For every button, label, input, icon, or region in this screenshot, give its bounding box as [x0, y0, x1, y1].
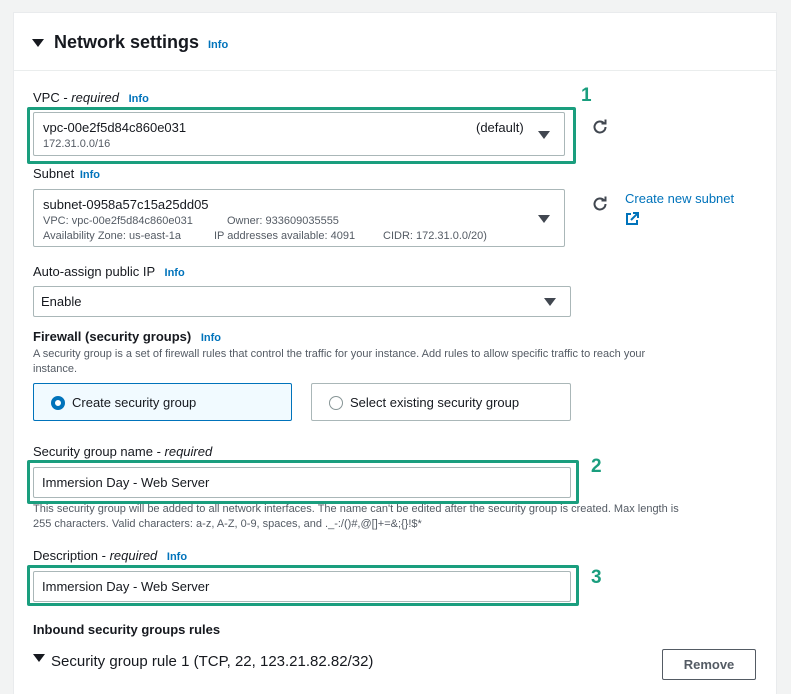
highlight-box-1 [27, 107, 576, 164]
remove-rule-button[interactable]: Remove [662, 649, 756, 680]
inbound-rules-label: Inbound security groups rules [33, 622, 221, 637]
annotation-number-3: 3 [591, 567, 602, 588]
description-info-link[interactable]: Info [167, 551, 187, 563]
subnet-vpc: VPC: vpc-00e2f5d84c860e031 [43, 215, 193, 227]
public-ip-label: Auto-assign public IP Info [33, 264, 185, 279]
subnet-value: subnet-0958a57c15a25dd05 [43, 197, 209, 212]
page-title: Network settings [54, 32, 200, 52]
firewall-description: A security group is a set of firewall ru… [33, 348, 646, 375]
firewall-label: Firewall (security groups) Info [33, 329, 221, 344]
subnet-select[interactable]: subnet-0958a57c15a25dd05 VPC: vpc-00e2f5… [33, 189, 565, 247]
sg-name-label: Security group name - required [33, 444, 213, 459]
subnet-cidr: CIDR: 172.31.0.0/20) [383, 230, 487, 242]
subnet-info-link[interactable]: Info [80, 169, 100, 181]
subnet-az: Availability Zone: us-east-1a [43, 230, 181, 242]
refresh-icon[interactable] [591, 118, 609, 136]
public-ip-value: Enable [41, 294, 82, 309]
radio-selected[interactable] [51, 396, 65, 410]
subnet-ips: IP addresses available: 4091 [214, 230, 356, 242]
panel-header: Network settings Info [14, 13, 776, 71]
sg-name-hint: This security group will be added to all… [33, 503, 679, 530]
vpc-label: VPC - required Info [33, 90, 149, 105]
description-label: Description - required Info [33, 548, 188, 563]
chevron-down-icon [544, 298, 556, 306]
security-group-rule-1[interactable]: Security group rule 1 (TCP, 22, 123.21.8… [51, 653, 373, 670]
collapse-caret-icon[interactable] [32, 39, 44, 47]
refresh-icon[interactable] [591, 195, 609, 213]
chevron-down-icon [538, 215, 550, 223]
create-security-group-option[interactable]: Create security group [33, 383, 292, 421]
public-ip-info-link[interactable]: Info [165, 267, 185, 279]
annotation-number-1: 1 [581, 85, 592, 106]
highlight-box-3 [27, 565, 579, 606]
firewall-info-link[interactable]: Info [201, 332, 221, 344]
create-new-subnet-link[interactable]: Create new subnet [625, 191, 734, 206]
rule-expand-caret-icon[interactable] [33, 654, 45, 662]
title-info-link[interactable]: Info [208, 39, 228, 51]
vpc-info-link[interactable]: Info [129, 93, 149, 105]
highlight-box-2 [27, 460, 579, 504]
public-ip-select[interactable]: Enable [33, 286, 571, 317]
select-existing-security-group-option[interactable]: Select existing security group [311, 383, 571, 421]
annotation-number-2: 2 [591, 456, 602, 477]
subnet-label: Subnet Info [33, 166, 100, 181]
radio-unselected[interactable] [329, 396, 343, 410]
external-link-icon[interactable] [625, 212, 639, 226]
subnet-owner: Owner: 933609035555 [227, 215, 339, 227]
